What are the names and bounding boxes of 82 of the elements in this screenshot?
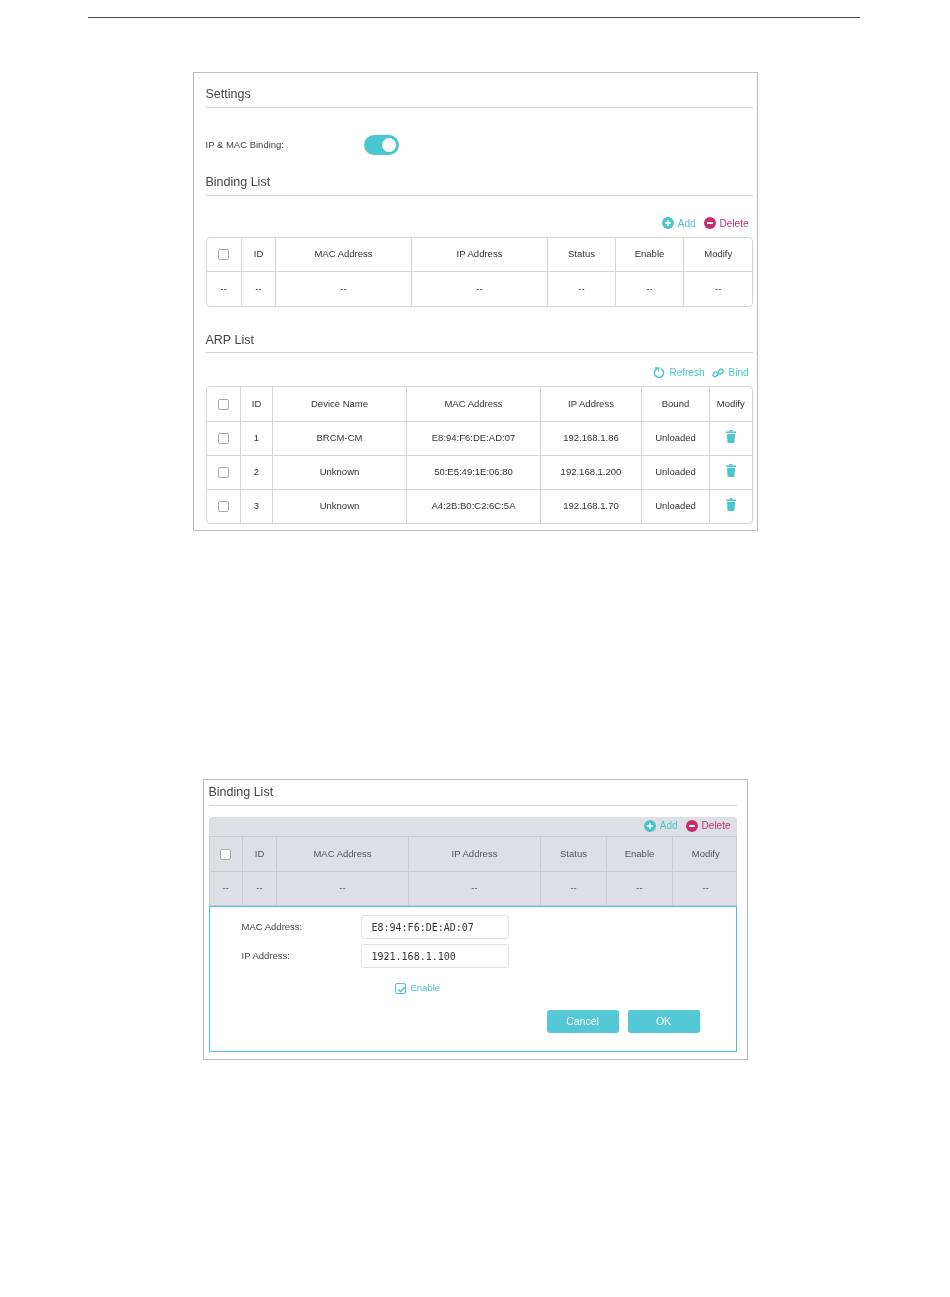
- column-header: Status: [547, 237, 616, 272]
- field-label: IP Address:: [240, 948, 291, 963]
- column-header: IP Address: [408, 837, 541, 871]
- table-cell: --: [411, 271, 548, 306]
- column-header: Modify: [709, 387, 752, 422]
- table-cell: --: [275, 271, 412, 306]
- minus-icon: [685, 819, 698, 832]
- table-cell: Unloaded: [641, 421, 710, 456]
- bind-button[interactable]: Bind: [712, 365, 749, 381]
- table-cell: 50:E5:49:1E:06:80: [406, 455, 541, 490]
- column-header: Status: [540, 837, 607, 871]
- table-cell: 192.168.1.200: [540, 455, 642, 490]
- ok-button[interactable]: OK: [627, 1010, 700, 1034]
- column-header: Modify: [683, 237, 752, 272]
- table-cell: --: [276, 871, 409, 905]
- table-cell: --: [547, 271, 616, 306]
- table-cell: 3: [240, 489, 273, 524]
- column-header: MAC Address: [275, 237, 412, 272]
- section-title: ARP List: [205, 330, 753, 354]
- checkbox[interactable]: [217, 467, 229, 479]
- table-cell: 2: [240, 455, 273, 490]
- table-cell: 1: [240, 421, 273, 456]
- table-cell: 192.168.1.70: [540, 489, 642, 524]
- section-title: Binding List: [205, 172, 753, 196]
- column-header: MAC Address: [406, 387, 541, 422]
- checkbox[interactable]: [394, 982, 406, 994]
- table-cell: E8:94:F6:DE:AD:07: [406, 421, 541, 456]
- table-cell: --: [209, 871, 243, 905]
- column-header: Enable: [606, 837, 673, 871]
- column-header: Enable: [615, 237, 684, 272]
- column-header: IP Address: [411, 237, 548, 272]
- delete-icon[interactable]: [725, 463, 736, 477]
- delete-icon[interactable]: [725, 429, 736, 443]
- input-field[interactable]: E8:94:F6:DE:AD:07: [360, 915, 509, 939]
- table-cell: --: [241, 271, 276, 306]
- checkbox[interactable]: [217, 398, 229, 410]
- delete-button[interactable]: Delete: [703, 215, 749, 231]
- table-cell: --: [206, 271, 242, 306]
- section-title: Settings: [205, 85, 753, 108]
- refresh-icon: [653, 366, 666, 379]
- checkbox[interactable]: [218, 249, 230, 261]
- delete-icon[interactable]: [725, 497, 736, 511]
- section-title: Binding List: [208, 783, 737, 806]
- toggle-switch[interactable]: [363, 134, 399, 155]
- table-cell: Unloaded: [641, 455, 710, 490]
- setting-label: IP & MAC Binding:: [205, 137, 285, 152]
- add-button[interactable]: Add: [661, 215, 696, 231]
- column-header: Device Name: [272, 387, 407, 422]
- checkbox[interactable]: [217, 501, 229, 513]
- table-cell: --: [408, 871, 541, 905]
- table-cell: --: [242, 871, 277, 905]
- checkbox-label: Enable: [410, 981, 441, 995]
- refresh-button[interactable]: Refresh: [653, 365, 705, 381]
- delete-button[interactable]: Delete: [685, 818, 731, 833]
- plus-icon: [643, 819, 656, 832]
- column-header: ID: [240, 387, 273, 422]
- link-icon: [712, 366, 725, 379]
- table-cell: Unloaded: [641, 489, 710, 524]
- table-cell: --: [672, 871, 736, 905]
- input-field[interactable]: 1921.168.1.100: [360, 944, 509, 968]
- table-cell: Unknown: [272, 489, 407, 524]
- column-header: MAC Address: [276, 837, 409, 871]
- checkbox[interactable]: [220, 848, 232, 860]
- add-button[interactable]: Add: [643, 818, 678, 833]
- table-cell: 192.168.1.86: [540, 421, 642, 456]
- plus-icon: [661, 217, 674, 229]
- table-cell: Unknown: [272, 455, 407, 490]
- column-header: Bound: [641, 387, 710, 422]
- checkbox[interactable]: [217, 433, 229, 445]
- column-header: IP Address: [540, 387, 642, 422]
- minus-icon: [703, 217, 716, 229]
- table-cell: --: [540, 871, 607, 905]
- column-header: ID: [242, 837, 277, 871]
- column-header: Modify: [672, 837, 736, 871]
- table-cell: A4:2B:B0:C2:6C:5A: [406, 489, 541, 524]
- field-label: MAC Address:: [240, 919, 304, 934]
- cancel-button[interactable]: Cancel: [546, 1010, 619, 1034]
- table-cell: --: [615, 271, 684, 306]
- table-cell: --: [683, 271, 752, 306]
- table-cell: BRCM-CM: [272, 421, 407, 456]
- column-header: ID: [241, 237, 276, 272]
- table-cell: --: [606, 871, 673, 905]
